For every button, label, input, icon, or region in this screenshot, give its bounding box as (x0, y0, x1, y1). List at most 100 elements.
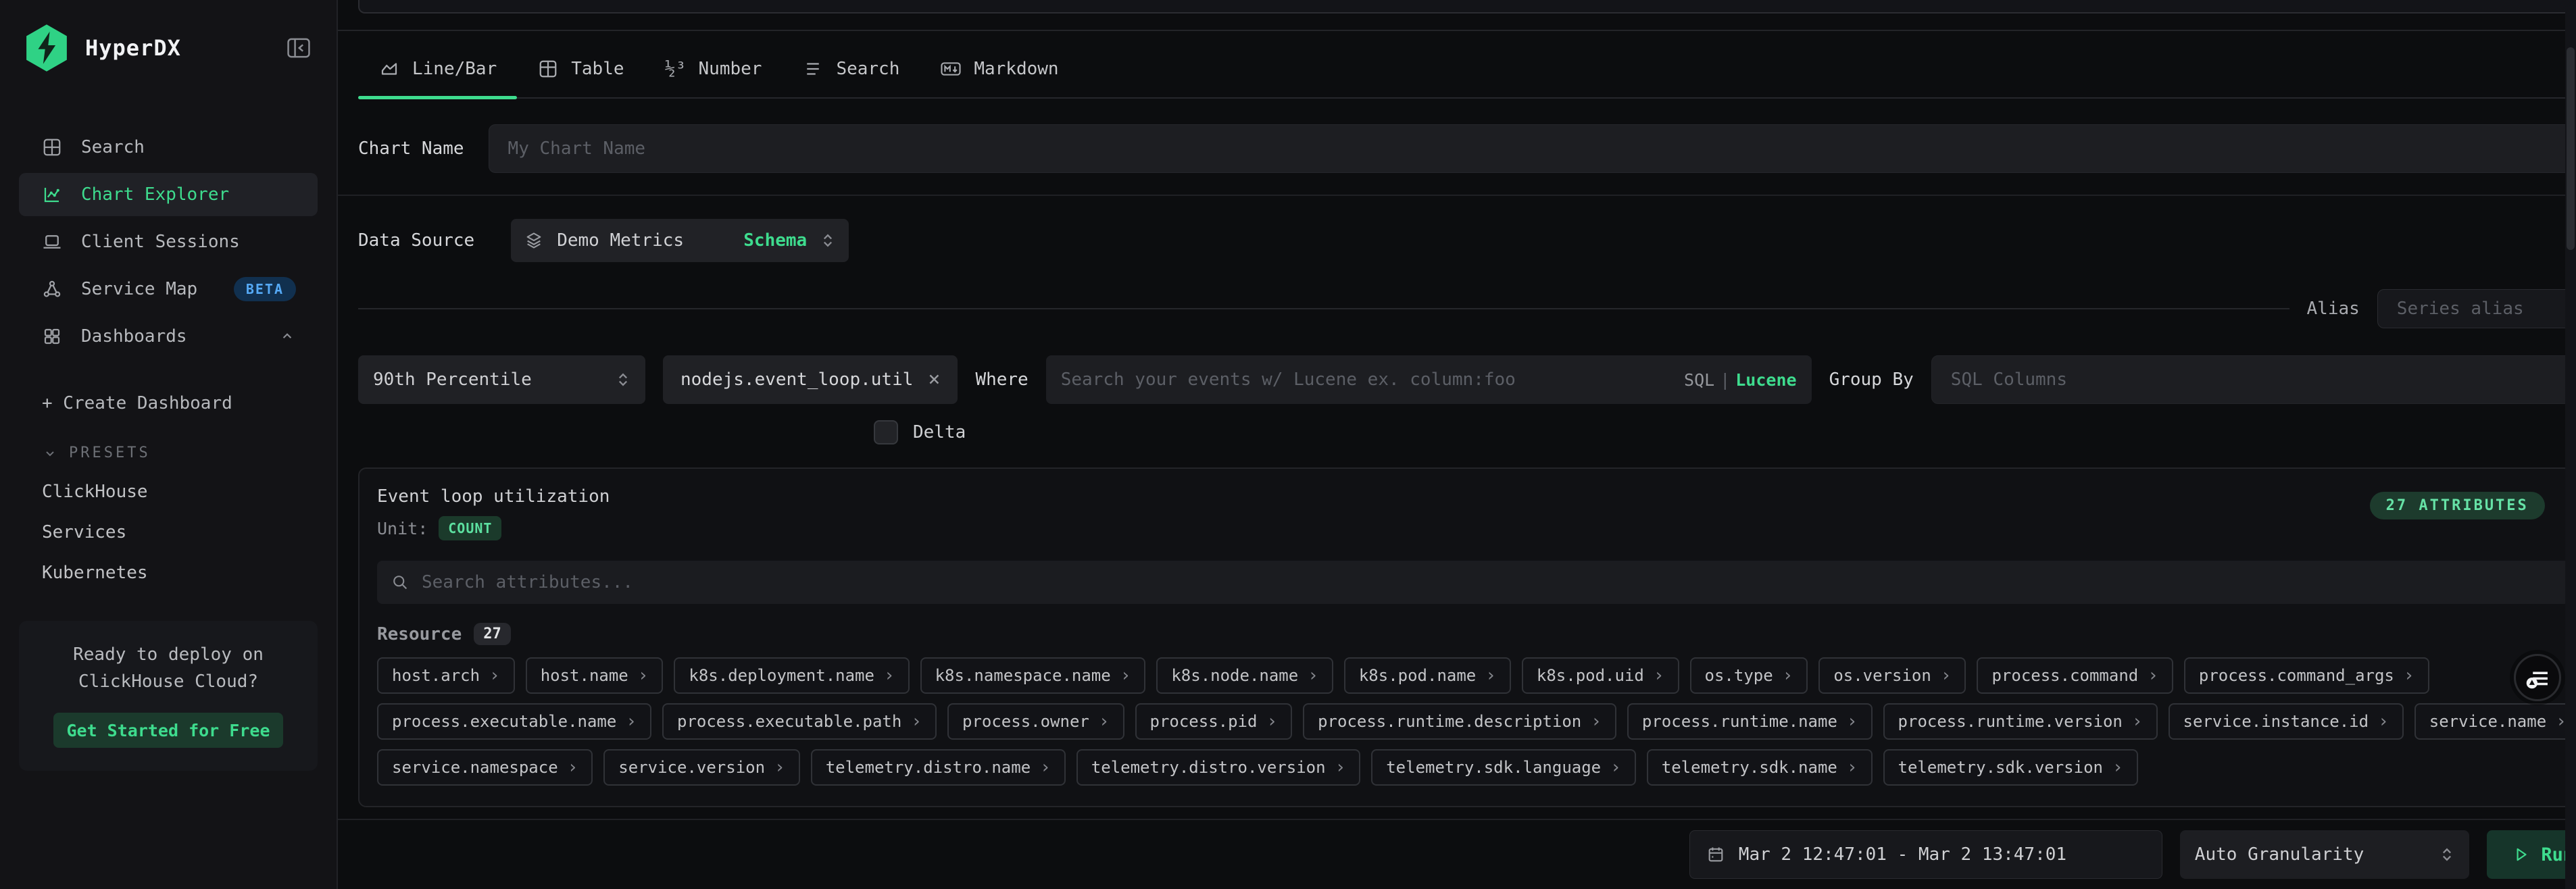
attribute-chip[interactable]: process.executable.path› (662, 703, 937, 740)
sidebar-item-client-sessions[interactable]: Client Sessions (19, 220, 318, 263)
preset-item-clickhouse[interactable]: ClickHouse (42, 482, 295, 502)
attribute-chip[interactable]: k8s.deployment.name› (674, 657, 909, 694)
attribute-chip[interactable]: service.namespace› (377, 749, 593, 786)
data-source-select[interactable]: Demo Metrics Schema (511, 219, 849, 262)
chart-name-row: Chart Name (358, 124, 2576, 173)
create-dashboard-button[interactable]: + Create Dashboard (19, 393, 318, 413)
aggregation-select[interactable]: 90th Percentile (358, 355, 645, 404)
metric-tag[interactable]: nodejs.event_loop.util × (663, 355, 958, 404)
attribute-chip-label: service.version (618, 758, 765, 777)
attribute-chip[interactable]: telemetry.distro.version› (1076, 749, 1360, 786)
presets-header[interactable]: PRESETS (42, 444, 295, 461)
query-language-toggle[interactable]: SQL|Lucene (1684, 370, 1797, 390)
chevron-right-icon: › (2112, 757, 2123, 778)
sql-option[interactable]: SQL (1684, 370, 1714, 390)
where-search-input[interactable] (1061, 370, 1684, 390)
dashboards-grid-icon (41, 325, 64, 348)
scrollbar-thumb[interactable] (2567, 47, 2575, 250)
attribute-chip[interactable]: k8s.pod.uid› (1522, 657, 1679, 694)
sidebar-item-service-map[interactable]: Service Map BETA (19, 268, 318, 311)
granularity-select[interactable]: Auto Granularity (2180, 830, 2469, 879)
attribute-chip[interactable]: process.executable.name› (377, 703, 651, 740)
chevron-down-icon (42, 445, 58, 461)
metric-attributes-panel: Event loop utilization Unit: COUNT 27 AT… (358, 467, 2576, 807)
attribute-chip-label: telemetry.distro.name (826, 758, 1031, 777)
product-tour-button[interactable] (2514, 654, 2561, 701)
sidebar-item-chart-explorer[interactable]: Chart Explorer (19, 173, 318, 216)
attribute-chip[interactable]: process.pid› (1135, 703, 1293, 740)
lucene-option[interactable]: Lucene (1735, 370, 1796, 390)
tab-line-bar[interactable]: Line/Bar (358, 41, 517, 97)
attribute-chip[interactable]: process.owner› (947, 703, 1124, 740)
attribute-search-input[interactable] (422, 572, 2568, 592)
attribute-chip-row: service.namespace›service.version›teleme… (377, 749, 2576, 786)
schema-link[interactable]: Schema (743, 230, 807, 251)
sidebar-collapse-icon[interactable] (284, 34, 314, 61)
attribute-chip[interactable]: telemetry.sdk.language› (1371, 749, 1636, 786)
chevron-right-icon: › (1847, 711, 1858, 732)
attribute-chip[interactable]: service.version› (603, 749, 799, 786)
attribute-chip[interactable]: telemetry.sdk.version› (1883, 749, 2138, 786)
attribute-chip[interactable]: k8s.node.name› (1156, 657, 1333, 694)
attribute-chip[interactable]: process.runtime.version› (1883, 703, 2158, 740)
chevron-right-icon: › (2404, 665, 2414, 686)
sidebar-item-dashboards[interactable]: Dashboards (19, 315, 318, 358)
attribute-chip[interactable]: telemetry.distro.name › (811, 749, 1066, 786)
tab-table[interactable]: Table (517, 41, 644, 97)
get-started-button[interactable]: Get Started for Free (53, 713, 283, 748)
tab-markdown[interactable]: Markdown (920, 41, 1079, 97)
preset-item-kubernetes[interactable]: Kubernetes (42, 563, 295, 583)
search-icon (391, 573, 410, 592)
attribute-chip[interactable]: process.runtime.description› (1303, 703, 1616, 740)
delta-checkbox[interactable] (874, 420, 898, 444)
attribute-chip-row: process.executable.name›process.executab… (377, 703, 2576, 740)
attribute-chip[interactable]: process.runtime.name› (1627, 703, 1873, 740)
sidebar-item-label: Chart Explorer (81, 184, 296, 205)
chevron-up-icon (278, 328, 296, 345)
attribute-chip[interactable]: host.arch› (377, 657, 515, 694)
series-row: 90th Percentile nodejs.event_loop.util ×… (358, 355, 2576, 404)
attribute-chip[interactable]: process.command› (1977, 657, 2173, 694)
alias-row: Alias (358, 289, 2576, 328)
chart-name-input[interactable] (489, 124, 2576, 173)
network-icon (41, 278, 64, 301)
alias-label: Alias (2307, 299, 2360, 319)
scrollbar-track[interactable] (2565, 0, 2576, 889)
time-range-picker[interactable]: Mar 2 12:47:01 - Mar 2 13:47:01 (1689, 830, 2162, 879)
attribute-chip[interactable]: os.type› (1690, 657, 1808, 694)
chart-name-label: Chart Name (358, 138, 464, 159)
attribute-chip[interactable]: os.version› (1818, 657, 1966, 694)
attribute-chip[interactable]: host.name› (526, 657, 664, 694)
attribute-chip[interactable]: service.instance.id› (2169, 703, 2404, 740)
attribute-chip[interactable]: process.command_args› (2184, 657, 2429, 694)
group-by-input[interactable] (1931, 355, 2576, 404)
preset-item-services[interactable]: Services (42, 522, 295, 542)
tab-search[interactable]: Search (782, 41, 920, 97)
attribute-chip[interactable]: service.name› (2414, 703, 2576, 740)
bottom-bar: Mar 2 12:47:01 - Mar 2 13:47:01 Auto Gra… (338, 819, 2576, 889)
attribute-chip[interactable]: k8s.pod.name› (1344, 657, 1511, 694)
area-chart-icon (378, 58, 400, 80)
run-button[interactable]: Run (2487, 830, 2576, 879)
sidebar-item-search[interactable]: Search (19, 126, 318, 169)
close-icon[interactable]: × (928, 370, 940, 390)
sidebar-item-label: Search (81, 137, 296, 157)
tab-number[interactable]: ½³ Number (645, 41, 783, 97)
attribute-chip[interactable]: telemetry.sdk.name› (1647, 749, 1873, 786)
attribute-chip-label: service.instance.id (2183, 712, 2369, 731)
chevron-right-icon: › (1783, 665, 1793, 686)
divider (338, 30, 2576, 31)
attribute-chip[interactable]: k8s.namespace.name› (920, 657, 1146, 694)
metric-tag-label: nodejs.event_loop.util (680, 370, 913, 390)
where-label: Where (975, 370, 1028, 390)
attribute-chip-label: process.executable.name (392, 712, 616, 731)
list-icon (802, 58, 824, 80)
attribute-chip-label: telemetry.distro.version (1091, 758, 1326, 777)
sidebar-item-label: Service Map (81, 279, 216, 299)
delta-label: Delta (913, 422, 966, 442)
alias-input[interactable] (2377, 289, 2576, 328)
chevron-right-icon: › (2132, 711, 2143, 732)
chevron-right-icon: › (1040, 757, 1051, 778)
play-icon (2512, 846, 2530, 863)
panel-header: Event loop utilization Unit: COUNT 27 AT… (377, 486, 2576, 540)
